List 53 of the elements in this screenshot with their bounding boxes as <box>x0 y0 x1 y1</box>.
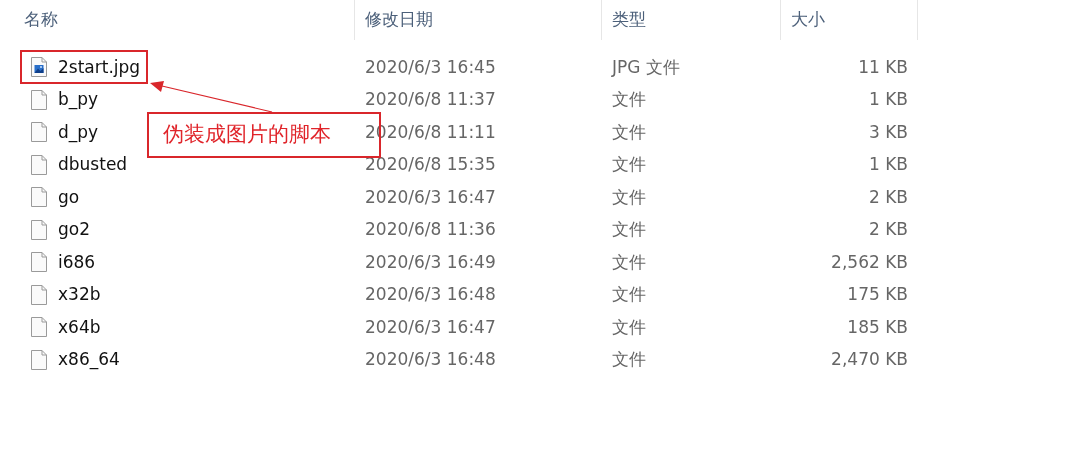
size-text: 3 KB <box>868 120 908 144</box>
file-icon <box>30 186 48 209</box>
column-header[interactable]: 修改日期 <box>365 7 433 33</box>
type-text: 文件 <box>612 88 646 111</box>
file-icon <box>30 153 48 176</box>
size-text: 175 KB <box>847 283 908 306</box>
date-text: 2020/6/3 16:47 <box>365 185 496 209</box>
type-text: 文件 <box>612 250 646 274</box>
date-text: 2020/6/3 16:45 <box>365 55 496 79</box>
date-text: 2020/6/3 16:48 <box>365 283 496 306</box>
file-icon <box>30 121 48 144</box>
file-icon <box>30 251 48 274</box>
date-text: 2020/6/3 16:49 <box>365 250 496 274</box>
date-text: 2020/6/8 15:35 <box>365 153 496 176</box>
file-icon <box>30 88 48 111</box>
size-text: 2 KB <box>868 218 908 241</box>
file-icon <box>30 348 48 371</box>
file-name[interactable]: x86_64 <box>58 347 120 373</box>
column-header[interactable]: 名称 <box>24 7 58 33</box>
file-name[interactable]: dbusted <box>58 152 128 178</box>
type-text: 文件 <box>612 218 646 241</box>
file-icon <box>30 316 48 339</box>
size-text: 2,562 KB <box>831 250 908 274</box>
file-name[interactable]: x32b <box>58 282 101 308</box>
type-text: 文件 <box>612 185 646 209</box>
file-name[interactable]: go2 <box>58 217 90 243</box>
size-text: 1 KB <box>868 88 908 111</box>
file-name[interactable]: 2start.jpg <box>58 54 141 80</box>
file-name[interactable]: i686 <box>58 249 96 275</box>
size-text: 2,470 KB <box>831 348 908 371</box>
date-text: 2020/6/8 11:37 <box>365 88 496 111</box>
date-text: 2020/6/3 16:47 <box>365 315 496 339</box>
type-text: 文件 <box>612 153 646 176</box>
size-text: 11 KB <box>858 55 908 79</box>
size-text: 2 KB <box>868 185 908 209</box>
file-name[interactable]: go <box>58 184 80 210</box>
type-text: 文件 <box>612 283 646 306</box>
type-text: JPG 文件 <box>612 55 680 79</box>
file-name[interactable]: b_py <box>58 87 99 113</box>
type-text: 文件 <box>612 348 646 371</box>
column-header[interactable]: 大小 <box>791 7 825 33</box>
file-icon <box>30 218 48 241</box>
column-header[interactable]: 类型 <box>612 7 646 33</box>
size-text: 1 KB <box>868 153 908 176</box>
date-text: 2020/6/8 11:36 <box>365 218 496 241</box>
file-name[interactable]: x64b <box>58 314 101 340</box>
file-name[interactable]: d_py <box>58 119 99 145</box>
date-text: 2020/6/3 16:48 <box>365 348 496 371</box>
image-file-icon <box>30 56 48 79</box>
type-text: 文件 <box>612 315 646 339</box>
file-icon <box>30 283 48 306</box>
type-text: 文件 <box>612 120 646 144</box>
size-text: 185 KB <box>847 315 908 339</box>
